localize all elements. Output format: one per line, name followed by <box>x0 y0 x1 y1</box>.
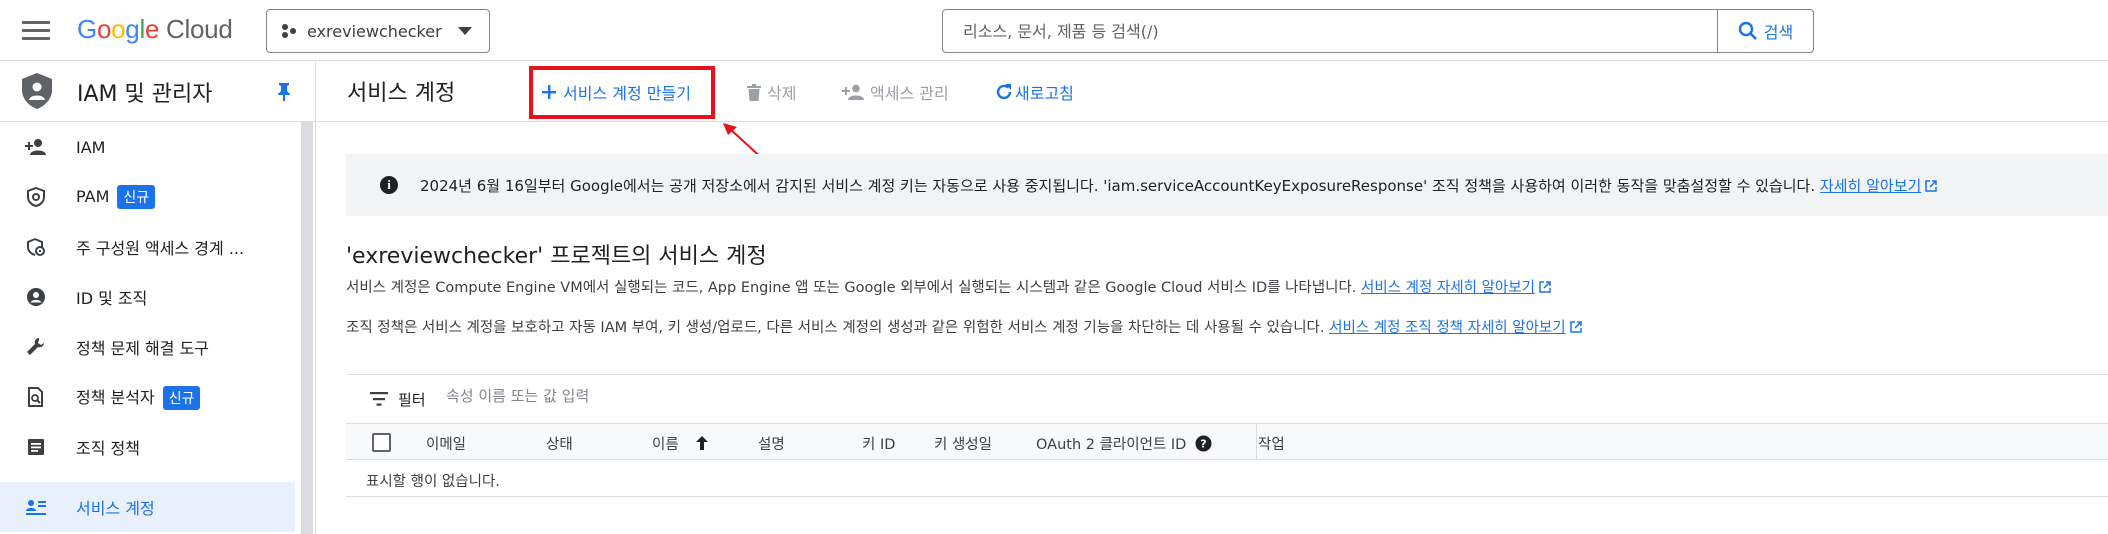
filter-input[interactable] <box>446 387 846 405</box>
banner-message: 2024년 6월 16일부터 Google에서는 공개 저장소에서 감지된 서비… <box>420 176 1816 195</box>
sidebar-item-label: IAM <box>76 137 106 157</box>
toolbar: 서비스 계정 서비스 계정 만들기 삭제 액세스 관리 새로고침 <box>317 62 2108 122</box>
shield-icon <box>22 73 52 109</box>
service-account-description: 서비스 계정은 Compute Engine VM에서 실행되는 코드, App… <box>346 276 1551 297</box>
person-add-icon <box>24 135 48 159</box>
account-circle-icon <box>24 285 48 309</box>
sidebar-item-identity[interactable]: ID 및 조직 <box>0 272 295 322</box>
info-icon: i <box>380 176 398 194</box>
column-actions: 작업 <box>1258 437 1285 453</box>
sidebar-item-label: 정책 분석자 <box>76 388 155 407</box>
column-key-created[interactable]: 키 생성일 <box>934 433 992 454</box>
external-link-icon <box>1925 179 1938 192</box>
top-bar: Google Cloud exreviewchecker 검색 <box>0 0 2108 61</box>
sidebar-item-org-policy[interactable]: 조직 정책 <box>0 422 295 472</box>
create-service-account-button[interactable]: 서비스 계정 만들기 <box>541 80 691 104</box>
document-search-icon <box>24 385 48 409</box>
sidebar-item-service-accounts[interactable]: 서비스 계정 <box>0 482 295 532</box>
plus-icon <box>542 85 556 99</box>
sidebar-item-policy-analyzer[interactable]: 정책 분석자 신규 <box>0 372 295 422</box>
empty-table-message: 표시할 행이 없습니다. <box>366 474 500 490</box>
service-account-icon <box>24 495 48 519</box>
sidebar-item-label: 정책 문제 해결 도구 <box>76 339 210 358</box>
shield-gear-icon <box>24 185 48 209</box>
refresh-label: 새로고침 <box>1015 84 1074 103</box>
product-header: IAM 및 관리자 <box>0 62 316 122</box>
description-text: 서비스 계정은 Compute Engine VM에서 실행되는 코드, App… <box>346 280 1357 296</box>
access-label: 액세스 관리 <box>870 84 949 103</box>
service-account-learn-more-link[interactable]: 서비스 계정 자세히 알아보기 <box>1361 280 1535 296</box>
column-key-id[interactable]: 키 ID <box>862 433 895 454</box>
column-oauth-client-id[interactable]: OAuth 2 클라이언트 ID ? <box>1036 433 1212 454</box>
svg-text:?: ? <box>1200 438 1206 451</box>
refresh-icon <box>996 84 1012 100</box>
description-text: 조직 정책은 서비스 계정을 보호하고 자동 IAM 부여, 키 생성/업로드,… <box>346 320 1325 336</box>
wrench-icon <box>24 335 48 359</box>
sidebar: IAM PAM 신규 주 구성원 액세스 경계 ... ID 및 조직 정책 문제… <box>0 122 316 534</box>
product-title: IAM 및 관리자 <box>77 82 213 107</box>
logo-cloud: Cloud <box>166 14 233 44</box>
delete-button[interactable]: 삭제 <box>747 80 796 104</box>
search-box: 검색 <box>942 9 1814 53</box>
refresh-button[interactable]: 새로고침 <box>995 80 1074 104</box>
column-name-label: 이름 <box>652 437 679 453</box>
main-menu-button[interactable] <box>22 18 50 42</box>
pin-icon[interactable] <box>276 82 292 102</box>
org-policy-description: 조직 정책은 서비스 계정을 보호하고 자동 IAM 부여, 키 생성/업로드,… <box>346 316 1582 337</box>
google-cloud-logo[interactable]: Google Cloud <box>77 14 233 45</box>
search-button-label: 검색 <box>1763 23 1794 42</box>
column-name[interactable]: 이름 <box>652 433 709 454</box>
logo-google: Google <box>77 14 160 44</box>
section-title: 'exreviewchecker' 프로젝트의 서비스 계정 <box>346 244 767 269</box>
filter-bar: 필터 <box>346 374 2108 424</box>
sidebar-item-label-wrap: 정책 분석자 신규 <box>76 384 201 410</box>
external-link-icon <box>1539 281 1551 293</box>
delete-label: 삭제 <box>767 84 797 103</box>
project-name: exreviewchecker <box>307 21 442 41</box>
banner-text: 2024년 6월 16일부터 Google에서는 공개 저장소에서 감지된 서비… <box>420 175 1938 196</box>
project-picker[interactable]: exreviewchecker <box>266 9 490 53</box>
trash-icon <box>747 83 761 101</box>
learn-more-link[interactable]: 자세히 알아보기 <box>1820 177 1921 195</box>
table-empty-row: 표시할 행이 없습니다. <box>346 460 2108 497</box>
create-label: 서비스 계정 만들기 <box>563 84 691 103</box>
sidebar-item-label: 서비스 계정 <box>76 499 155 518</box>
filter-label: 필터 <box>398 391 426 409</box>
sidebar-item-iam[interactable]: IAM <box>0 122 295 172</box>
sidebar-item-label: 주 구성원 액세스 경계 ... <box>76 239 245 258</box>
org-policy-learn-more-link[interactable]: 서비스 계정 조직 정책 자세히 알아보기 <box>1329 320 1565 336</box>
table-header: 이메일 상태 이름 설명 키 ID 키 생성일 OAuth 2 클라이언트 ID… <box>346 424 2108 460</box>
sidebar-item-label: 조직 정책 <box>76 439 140 458</box>
search-icon <box>1738 21 1757 40</box>
sidebar-scrollbar[interactable] <box>301 122 313 534</box>
sidebar-item-troubleshooter[interactable]: 정책 문제 해결 도구 <box>0 322 295 372</box>
sidebar-item-label-wrap: PAM 신규 <box>76 185 156 209</box>
sidebar-item-pam[interactable]: PAM 신규 <box>0 172 295 222</box>
external-link-icon <box>1569 321 1582 333</box>
column-status[interactable]: 상태 <box>546 433 573 454</box>
column-email[interactable]: 이메일 <box>426 433 466 454</box>
new-badge: 신규 <box>117 185 156 209</box>
sidebar-item-label: PAM <box>76 187 110 206</box>
list-document-icon <box>24 435 48 459</box>
sidebar-item-label: ID 및 조직 <box>76 289 148 308</box>
column-description[interactable]: 설명 <box>758 433 785 454</box>
caret-down-icon <box>457 27 472 35</box>
column-oauth-label: OAuth 2 클라이언트 ID <box>1036 437 1187 453</box>
page-title: 서비스 계정 <box>347 81 456 106</box>
new-badge: 신규 <box>162 386 201 410</box>
person-add-icon <box>842 84 864 100</box>
search-input[interactable] <box>943 10 1717 52</box>
project-dots-icon <box>282 24 296 38</box>
column-separator <box>1256 424 1257 460</box>
info-banner: i 2024년 6월 16일부터 Google에서는 공개 저장소에서 감지된 … <box>346 154 2108 216</box>
filter-icon <box>370 392 388 406</box>
boundary-icon <box>24 235 48 259</box>
select-all-checkbox[interactable] <box>372 433 391 452</box>
search-button[interactable]: 검색 <box>1717 10 1813 52</box>
sort-ascending-icon <box>696 436 709 450</box>
manage-access-button[interactable]: 액세스 관리 <box>842 80 949 104</box>
sidebar-item-boundary[interactable]: 주 구성원 액세스 경계 ... <box>0 222 295 272</box>
help-icon[interactable]: ? <box>1195 435 1212 452</box>
